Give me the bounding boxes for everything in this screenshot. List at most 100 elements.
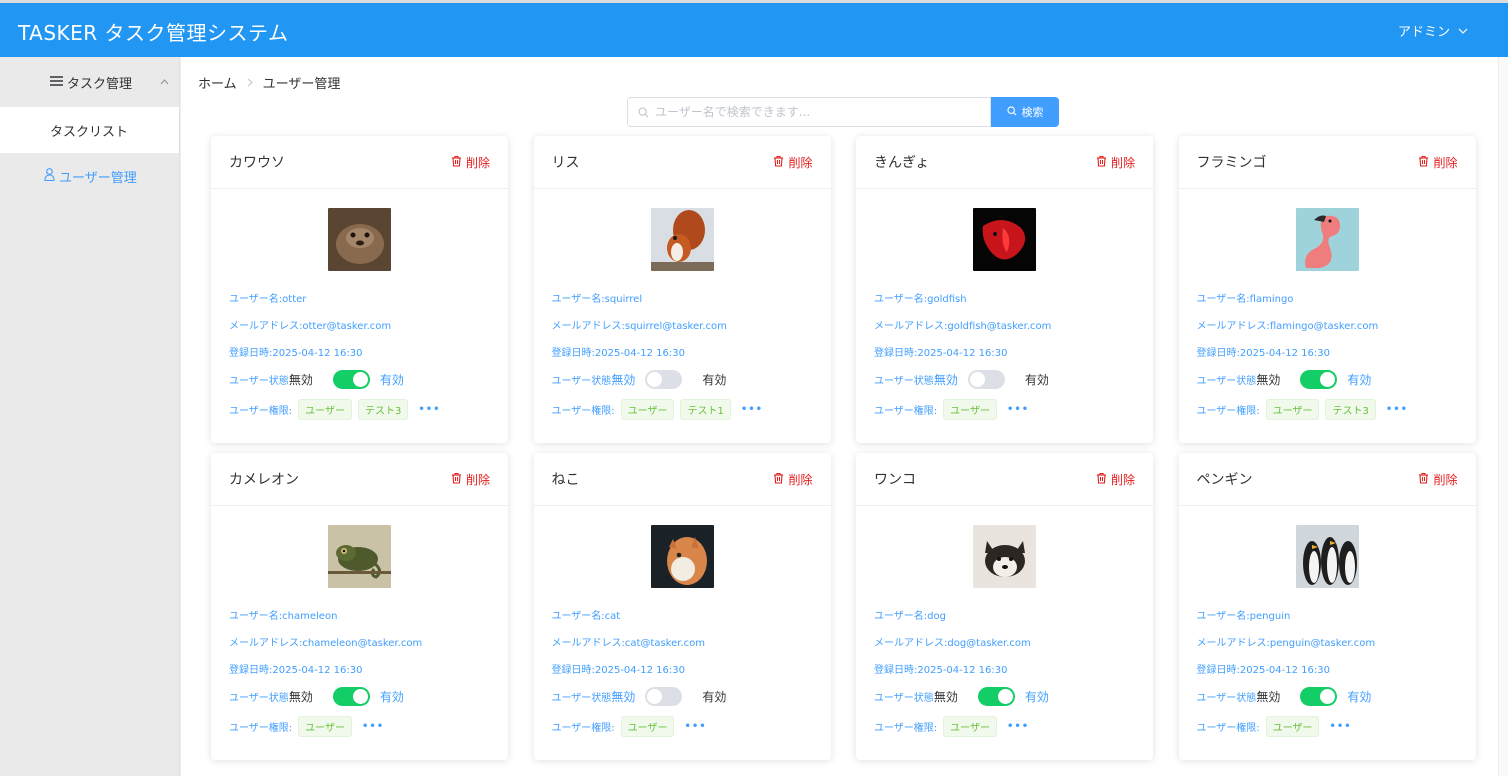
user-roles: ユーザー権限: ユーザー •••	[1197, 716, 1352, 737]
role-tag: ユーザー	[943, 399, 997, 420]
more-icon[interactable]: •••	[1386, 404, 1408, 415]
delete-label: 削除	[1433, 155, 1458, 170]
sidebar-group-task-management[interactable]: タスク管理	[0, 57, 179, 107]
delete-button[interactable]: 削除	[1096, 154, 1135, 171]
user-display-name: フラミンゴ	[1196, 155, 1267, 171]
registered-date-text: 登録日時:2025-04-12 16:30	[1196, 665, 1330, 676]
status-toggle[interactable]	[967, 370, 1005, 389]
username-text: ユーザー名:penguin	[1196, 611, 1291, 622]
avatar	[1295, 208, 1359, 271]
card-header: ワンコ 削除	[856, 453, 1153, 506]
more-icon[interactable]: •••	[362, 721, 384, 732]
sidebar-item-task-list[interactable]: タスクリスト	[0, 107, 179, 153]
user-icon	[44, 167, 55, 185]
username-text: ユーザー名:goldfish	[874, 294, 967, 305]
card-header: カメレオン 削除	[211, 453, 508, 506]
user-menu[interactable]: アドミン	[1398, 21, 1468, 40]
user-display-name: リス	[551, 155, 580, 171]
status-toggle[interactable]	[645, 370, 683, 389]
user-roles: ユーザー権限: ユーザー テスト1 •••	[552, 399, 764, 420]
roles-label: ユーザー権限:	[551, 723, 615, 734]
role-tag: ユーザー	[1265, 716, 1320, 737]
toggle-knob	[647, 689, 663, 704]
delete-button[interactable]: 削除	[773, 471, 813, 488]
status-toggle[interactable]	[1300, 687, 1338, 706]
more-icon[interactable]: •••	[741, 404, 763, 415]
more-icon[interactable]: •••	[1007, 404, 1029, 415]
status-disabled-label: 無効	[611, 690, 636, 704]
card-header: ねこ 削除	[533, 453, 831, 506]
username-text: ユーザー名:dog	[874, 611, 946, 622]
avatar	[973, 525, 1036, 588]
sidebar-item-user-management[interactable]: ユーザー管理	[0, 153, 179, 199]
status-toggle[interactable]	[332, 687, 370, 706]
search-bar: 検索	[627, 97, 1059, 127]
roles-label: ユーザー権限:	[1196, 406, 1260, 417]
role-tag: ユーザー	[943, 716, 997, 737]
status-disabled-label: 無効	[933, 373, 958, 387]
delete-button[interactable]: 削除	[1096, 471, 1135, 488]
user-status: ユーザー状態 無効 有効	[1197, 687, 1371, 706]
avatar	[1295, 525, 1359, 588]
search-input[interactable]	[655, 105, 975, 119]
status-disabled-label: 無効	[1256, 373, 1281, 387]
card-header: きんぎょ 削除	[856, 136, 1153, 189]
role-tag: ユーザー	[1265, 399, 1320, 420]
delete-button[interactable]: 削除	[1418, 154, 1458, 171]
status-toggle[interactable]	[1300, 370, 1338, 389]
user-roles: ユーザー権限: ユーザー •••	[552, 716, 707, 737]
roles-label: ユーザー権限:	[229, 406, 293, 417]
status-disabled-label: 無効	[933, 690, 958, 704]
card-header: ペンギン 削除	[1178, 453, 1476, 506]
status-toggle[interactable]	[332, 370, 370, 389]
trash-icon	[1096, 155, 1107, 170]
registered-date-text: 登録日時:2025-04-12 16:30	[551, 665, 685, 676]
user-card: カメレオン 削除 ユーザー名:chameleon メールアドレス:chamele…	[211, 453, 508, 760]
chevron-up-icon	[160, 77, 169, 88]
delete-button[interactable]: 削除	[451, 154, 490, 171]
user-status: ユーザー状態 無効 有効	[229, 370, 404, 389]
registered-date-text: 登録日時:2025-04-12 16:30	[551, 348, 685, 359]
email-text: メールアドレス:chameleon@tasker.com	[229, 638, 423, 649]
delete-button[interactable]: 削除	[1418, 471, 1458, 488]
breadcrumb-home[interactable]: ホーム	[198, 73, 237, 92]
email-text: メールアドレス:otter@tasker.com	[229, 321, 392, 332]
app-title: TASKER タスク管理システム	[18, 21, 289, 45]
status-toggle[interactable]	[645, 687, 683, 706]
email-text: メールアドレス:squirrel@tasker.com	[551, 321, 727, 332]
username-text: ユーザー名:otter	[229, 294, 307, 305]
user-card: ねこ 削除 ユーザー名:cat メールアドレス:cat@tasker.com 登…	[533, 453, 831, 760]
avatar	[328, 525, 391, 588]
user-display-name: カワウソ	[229, 155, 285, 171]
user-display-name: きんぎょ	[874, 155, 930, 171]
delete-button[interactable]: 削除	[451, 471, 490, 488]
role-tag: テスト1	[680, 399, 731, 420]
registered-date-text: 登録日時:2025-04-12 16:30	[1196, 348, 1330, 359]
avatar	[973, 208, 1036, 271]
more-icon[interactable]: •••	[1007, 721, 1029, 732]
status-toggle[interactable]	[977, 687, 1015, 706]
registered-date-text: 登録日時:2025-04-12 16:30	[874, 348, 1008, 359]
status-disabled-label: 無効	[288, 690, 313, 704]
status-enabled-label: 有効	[1024, 690, 1049, 704]
trash-icon	[1418, 472, 1429, 487]
user-roles: ユーザー権限: ユーザー •••	[229, 716, 384, 737]
scrollbar[interactable]	[1498, 57, 1508, 776]
top-header: TASKER タスク管理システム アドミン	[0, 3, 1508, 57]
role-tag: ユーザー	[298, 716, 352, 737]
user-menu-label: アドミン	[1397, 25, 1450, 40]
delete-label: 削除	[1433, 472, 1458, 487]
search-button[interactable]: 検索	[991, 97, 1059, 127]
more-icon[interactable]: •••	[1329, 721, 1351, 732]
delete-button[interactable]: 削除	[773, 154, 813, 171]
more-icon[interactable]: •••	[418, 404, 440, 415]
delete-label: 削除	[1110, 155, 1135, 170]
trash-icon	[1418, 155, 1429, 170]
more-icon[interactable]: •••	[684, 721, 706, 732]
card-header: フラミンゴ 削除	[1178, 136, 1476, 189]
roles-label: ユーザー権限:	[874, 406, 938, 417]
toggle-knob	[997, 689, 1013, 704]
status-enabled-label: 有効	[702, 373, 727, 387]
toggle-knob	[352, 689, 368, 704]
email-text: メールアドレス:penguin@tasker.com	[1196, 638, 1376, 649]
